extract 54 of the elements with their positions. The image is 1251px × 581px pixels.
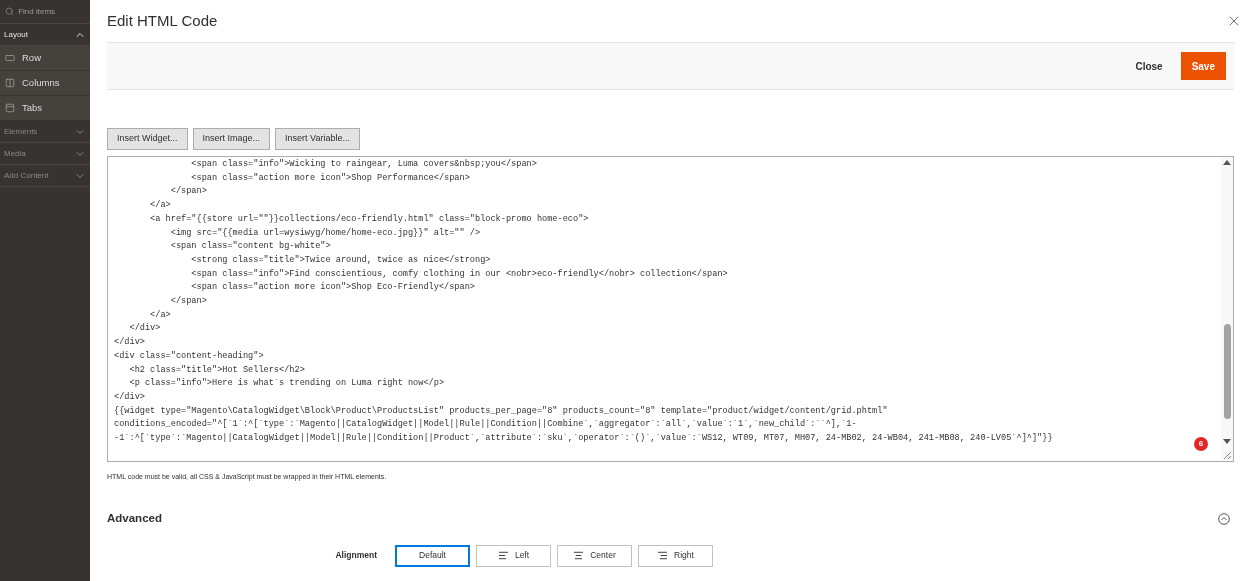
code-line: {{widget type="Magento\CatalogWidget\Block\Product\ProductsList" products_per_page="8" products_count="8" template="product/widget/content/grid.phtml" (114, 404, 888, 418)
code-line: </div> (128, 322, 161, 336)
insert-button[interactable]: Insert Widget... (107, 128, 188, 150)
insert-button[interactable]: Insert Image... (192, 128, 271, 150)
code-line: </a> (149, 308, 171, 322)
columns-icon (5, 78, 15, 88)
left-align-icon (497, 550, 509, 561)
section-header[interactable]: Add Content (0, 165, 90, 187)
code-line: </a> (149, 199, 171, 213)
code-line: <strong class="title">Twice around, twice as nice</strong> (190, 253, 491, 267)
code-line: </span> (169, 295, 207, 309)
code-line: <span class="info">Wicking to raingear, Luma covers&nbsp;you</span> (190, 158, 537, 171)
modal-title: Edit HTML Code (107, 10, 218, 31)
resize-grip-icon[interactable] (1223, 451, 1231, 459)
code-line: <div class="content-heading"> (114, 349, 264, 363)
section-header[interactable]: Media (0, 143, 90, 165)
code-line: conditions_encoded="^[`1`:^[`type`:`Magento||CatalogWidget||Model||Rule||Condition||Combine`,`aggregator`:`all`,`value`:`1`,`new_child`:``^],`1- (114, 418, 857, 432)
scrollbar-thumb[interactable] (1223, 324, 1231, 419)
close-button[interactable]: Close (1133, 58, 1165, 74)
section-header[interactable]: Elements (0, 121, 90, 143)
code-line: -1`:^[`type`:`Magento||CatalogWidget||Model||Rule||Condition||Product`,`attribute`:`sku`,`operator`:`()`,`value`:`WS12, WT09, MT07, MH07, 24-MB02, 24-WB04, 241-MB08, 240-LV05`^]^]"}} (114, 432, 1053, 446)
alignment-option[interactable]: Left (476, 544, 551, 567)
field-label: Alignment (334, 549, 378, 562)
code-line: <span class="action more icon">Shop Performance</span> (190, 171, 470, 185)
code-line: <h2 class="title">Hot Sellers</h2> (128, 363, 305, 377)
code-line: </div> (114, 336, 145, 350)
code-line: <img src="{{media url=wysiwyg/home/home-eco.jpg}}" alt="" /> (169, 226, 481, 240)
tabs-icon (5, 103, 15, 113)
sidebar-item[interactable]: Row (0, 46, 90, 71)
code-line: <span class="action more icon">Shop Eco-Friendly</span> (190, 281, 475, 295)
code-line: <span class="info">Find conscientious, comfy clothing in our <nobr>eco-friendly</nobr> collection</span> (190, 267, 728, 281)
alignment-option[interactable]: Right (638, 544, 713, 567)
search-field[interactable]: Find items (18, 5, 85, 18)
center-align-icon (573, 550, 585, 561)
insert-button[interactable]: Insert Variable... (275, 128, 360, 150)
sidebar-item[interactable]: Tabs (0, 96, 90, 121)
row-icon (5, 53, 15, 63)
collapse-icon[interactable] (1218, 512, 1230, 525)
code-line: </span> (169, 185, 207, 199)
scroll-down-icon[interactable] (1223, 439, 1231, 445)
alignment-option[interactable]: Center (557, 544, 632, 567)
code-line: <a href="{{store url=""}}collections/eco-friendly.html" class="block-promo home-eco"> (149, 212, 589, 226)
code-line: </div> (114, 390, 145, 404)
scroll-up-icon[interactable] (1223, 159, 1231, 165)
alignment-option[interactable]: Default (395, 544, 470, 567)
right-align-icon (657, 550, 669, 561)
notification-badge: 6 (1194, 437, 1208, 451)
code-line: <p class="info">Here is what`s trending on Luma right now</p> (128, 377, 445, 391)
code-line: <span class="content bg-white"> (169, 240, 331, 254)
advanced-header[interactable]: Advanced (107, 508, 1234, 529)
save-button[interactable]: Save (1180, 52, 1226, 80)
search-icon (5, 6, 15, 17)
code-editor[interactable] (107, 156, 1234, 462)
sidebar-item[interactable]: Columns (0, 71, 90, 96)
